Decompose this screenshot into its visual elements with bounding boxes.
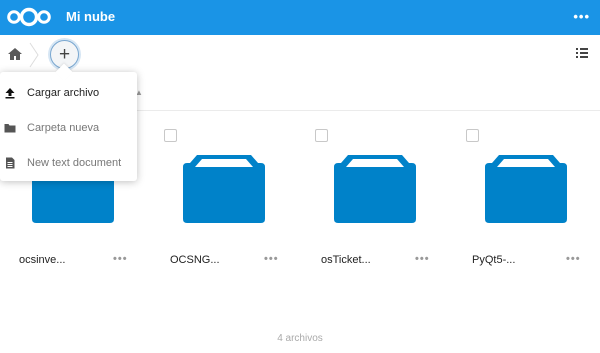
file-name[interactable]: PyQt5-... bbox=[472, 254, 515, 266]
list-view-icon[interactable] bbox=[576, 47, 588, 59]
folder-icon bbox=[4, 124, 16, 133]
controls-bar: + bbox=[0, 35, 600, 75]
app-header: Mi nube ••• bbox=[0, 0, 600, 35]
file-tile[interactable]: OCSNG... ••• bbox=[150, 111, 300, 281]
file-count-summary: 4 archivos bbox=[277, 333, 323, 344]
folder-icon[interactable] bbox=[183, 155, 265, 223]
file-name[interactable]: ocsinve... bbox=[19, 254, 65, 266]
folder-icon[interactable] bbox=[334, 155, 416, 223]
home-icon[interactable] bbox=[6, 45, 24, 63]
breadcrumb-separator bbox=[29, 42, 39, 68]
menu-item-label: New text document bbox=[27, 157, 122, 169]
upload-icon bbox=[5, 88, 15, 99]
file-tile[interactable]: PyQt5-... ••• bbox=[450, 111, 600, 281]
file-name[interactable]: osTicket... bbox=[321, 254, 371, 266]
menu-item-new-folder[interactable]: Carpeta nueva bbox=[0, 110, 137, 146]
file-tile[interactable]: osTicket... ••• bbox=[300, 111, 450, 281]
file-actions-icon[interactable]: ••• bbox=[113, 253, 128, 265]
menu-item-upload[interactable]: Cargar archivo bbox=[0, 75, 137, 111]
header-more-icon[interactable]: ••• bbox=[573, 9, 590, 24]
select-checkbox[interactable] bbox=[466, 129, 479, 142]
file-actions-icon[interactable]: ••• bbox=[566, 253, 581, 265]
menu-item-new-text-document[interactable]: New text document bbox=[0, 145, 137, 181]
menu-item-label: Carpeta nueva bbox=[27, 122, 100, 134]
new-file-menu: Cargar archivo Carpeta nueva New text do… bbox=[0, 63, 137, 181]
nextcloud-logo-icon[interactable] bbox=[6, 7, 52, 27]
menu-item-label: Cargar archivo bbox=[27, 87, 100, 99]
folder-icon[interactable] bbox=[485, 155, 567, 223]
file-actions-icon[interactable]: ••• bbox=[415, 253, 430, 265]
select-checkbox[interactable] bbox=[315, 129, 328, 142]
file-actions-icon[interactable]: ••• bbox=[264, 253, 279, 265]
app-title[interactable]: Mi nube bbox=[66, 9, 115, 24]
file-name[interactable]: OCSNG... bbox=[170, 254, 220, 266]
text-document-icon bbox=[6, 157, 15, 169]
select-checkbox[interactable] bbox=[164, 129, 177, 142]
